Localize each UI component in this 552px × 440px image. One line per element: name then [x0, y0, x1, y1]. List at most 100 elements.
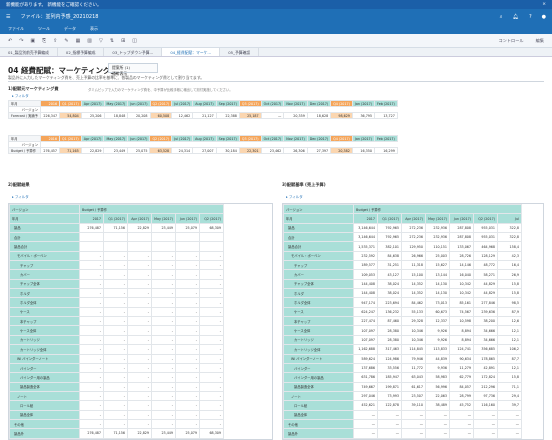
data-cell[interactable]: 13,727 [374, 112, 398, 119]
data-cell[interactable]: 116,160 [473, 400, 498, 411]
data-cell[interactable]: — [449, 428, 474, 439]
data-cell[interactable]: 87,7 [497, 353, 522, 364]
data-cell[interactable]: 26,9 [497, 269, 522, 280]
data-cell[interactable]: - [103, 250, 128, 262]
data-cell[interactable]: 58,983 [425, 372, 450, 383]
data-cell[interactable]: 58,271 [473, 269, 498, 280]
data-cell[interactable]: 20,382 [330, 147, 353, 154]
data-cell[interactable]: 1,162,688 [353, 344, 378, 355]
data-cell[interactable]: - [79, 362, 104, 374]
data-cell[interactable]: - [103, 418, 128, 430]
data-cell[interactable]: 276,457 [40, 147, 60, 154]
data-cell[interactable]: - [151, 269, 176, 280]
data-cell[interactable]: 12,6 [497, 316, 522, 327]
data-cell[interactable]: — [260, 112, 285, 119]
data-cell[interactable]: 54,804 [59, 112, 82, 119]
data-cell[interactable]: 14,130 [425, 278, 450, 290]
data-cell[interactable]: 68,309 [199, 222, 224, 234]
grid-icon[interactable]: ⊞ [121, 38, 125, 44]
data-cell[interactable]: - [103, 362, 128, 374]
data-cell[interactable]: - [151, 306, 176, 318]
data-cell[interactable]: — [425, 428, 450, 439]
data-cell[interactable]: 22,388 [215, 112, 240, 119]
data-cell[interactable]: 8,894 [449, 334, 474, 346]
data-cell[interactable]: 227,474 [353, 316, 378, 327]
help-icon[interactable]: ? [529, 14, 532, 20]
data-cell[interactable]: 589,624 [353, 353, 378, 364]
data-cell[interactable]: 12,462 [171, 112, 194, 119]
data-cell[interactable]: 239,636 [473, 306, 498, 318]
data-cell[interactable]: 15,8 [497, 278, 522, 290]
data-cell[interactable]: - [151, 353, 176, 364]
data-cell[interactable]: 68,309 [199, 428, 224, 439]
data-cell[interactable]: - [199, 390, 224, 402]
data-cell[interactable]: 14,352 [401, 278, 426, 290]
data-cell[interactable]: 63,043 [401, 372, 426, 383]
data-cell[interactable]: 382,101 [377, 241, 402, 252]
data-cell[interactable]: 30,184 [215, 147, 240, 154]
data-cell[interactable]: - [199, 297, 224, 308]
data-cell[interactable]: - [175, 325, 200, 336]
data-cell[interactable]: 84,462 [401, 297, 426, 308]
data-cell[interactable]: - [175, 400, 200, 411]
control-button[interactable]: コントロール [498, 38, 523, 44]
data-cell[interactable] [199, 241, 224, 252]
data-cell[interactable]: 110,151 [425, 241, 450, 252]
data-cell[interactable]: - [175, 260, 200, 271]
data-cell[interactable]: 28,380 [377, 334, 402, 346]
data-cell[interactable]: 15,8 [497, 372, 522, 383]
data-cell[interactable]: - [79, 344, 104, 355]
data-cell[interactable]: - [103, 409, 128, 420]
data-cell[interactable]: - [79, 400, 104, 411]
data-cell[interactable]: 16,350 [351, 147, 375, 154]
data-cell[interactable]: 97,736 [473, 390, 498, 402]
data-cell[interactable]: - [199, 334, 224, 346]
data-cell[interactable] [127, 232, 152, 243]
data-cell[interactable]: 15,100 [401, 269, 426, 280]
data-cell[interactable]: - [103, 278, 128, 290]
data-cell[interactable]: 87,460 [377, 316, 402, 327]
data-cell[interactable]: 137,686 [353, 362, 378, 374]
data-cell[interactable]: - [79, 334, 104, 346]
data-cell[interactable]: - [151, 260, 176, 271]
data-cell[interactable]: 26,966 [401, 250, 426, 262]
data-cell[interactable]: - [79, 409, 104, 420]
data-cell[interactable]: 22,829 [80, 147, 105, 154]
data-cell[interactable]: 42,891 [473, 362, 498, 374]
data-cell[interactable]: 277,846 [473, 297, 498, 308]
data-cell[interactable]: - [103, 381, 128, 392]
data-cell[interactable]: - [127, 400, 152, 411]
data-cell[interactable]: 276,487 [79, 428, 104, 439]
data-cell[interactable]: - [127, 250, 152, 262]
data-cell[interactable]: 42,3 [497, 250, 522, 262]
data-cell[interactable]: - [175, 353, 200, 364]
data-cell[interactable]: - [103, 269, 128, 280]
data-cell[interactable]: - [127, 278, 152, 290]
data-cell[interactable]: 36,795 [351, 112, 376, 119]
data-cell[interactable]: 39,7 [497, 400, 522, 411]
data-cell[interactable]: - [103, 325, 128, 336]
data-cell[interactable]: - [199, 288, 224, 299]
data-cell[interactable]: 43,127 [377, 269, 402, 280]
data-cell[interactable]: - [199, 418, 224, 430]
data-cell[interactable]: — [377, 428, 402, 439]
menu-tools[interactable]: ツール [38, 26, 50, 32]
data-cell[interactable]: - [79, 278, 104, 290]
data-cell[interactable]: 25,206 [80, 112, 105, 119]
data-cell[interactable]: - [127, 316, 152, 327]
data-cell[interactable]: - [103, 260, 128, 271]
data-cell[interactable]: 34,666 [473, 325, 498, 336]
data-cell[interactable]: - [127, 409, 152, 420]
data-cell[interactable]: 33,556 [377, 362, 402, 374]
data-cell[interactable]: - [79, 418, 104, 430]
data-cell[interactable]: 272,236 [401, 222, 426, 234]
data-cell[interactable]: - [103, 353, 128, 364]
data-cell[interactable]: 25,003 [425, 250, 450, 262]
data-cell[interactable]: 232,936 [425, 222, 450, 234]
data-cell[interactable]: 44,829 [473, 288, 498, 299]
data-cell[interactable]: 624,247 [353, 306, 378, 318]
data-cell[interactable]: - [127, 260, 152, 271]
data-cell[interactable]: 90,634 [449, 353, 474, 364]
data-cell[interactable]: 749,667 [353, 381, 378, 392]
data-cell[interactable] [79, 232, 104, 243]
